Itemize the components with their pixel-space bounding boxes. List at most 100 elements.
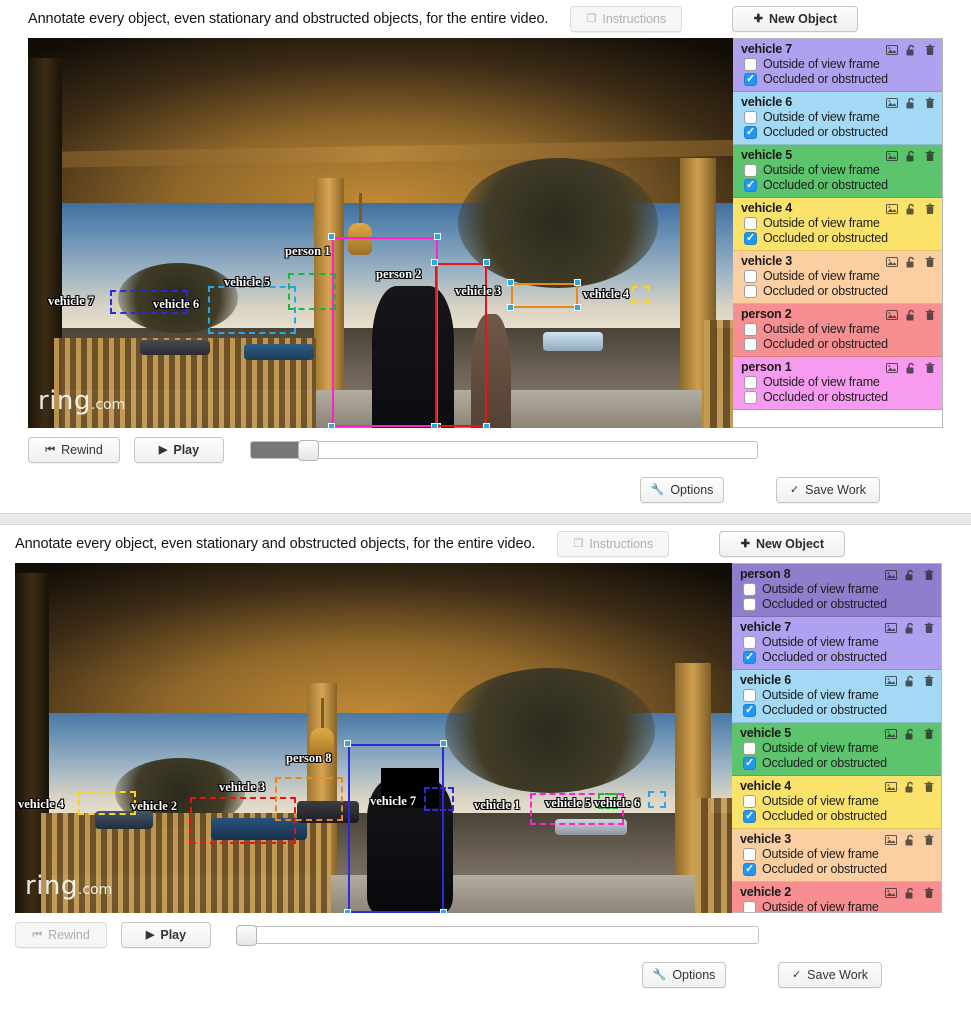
new-object-button[interactable]: ✚ New Object [732, 6, 859, 32]
video-scrubber[interactable] [236, 925, 759, 946]
object-row[interactable]: vehicle 3Outside of view frameOccluded o… [733, 251, 942, 304]
rewind-button[interactable]: ⏮ Rewind [28, 437, 120, 463]
image-icon[interactable] [885, 568, 897, 580]
image-icon[interactable] [886, 149, 898, 161]
outside-of-view-frame-checkbox[interactable] [743, 688, 756, 702]
image-icon[interactable] [886, 43, 898, 55]
play-button[interactable]: ▶ Play [134, 437, 224, 463]
image-icon[interactable] [886, 96, 898, 108]
unlock-icon[interactable] [904, 727, 916, 740]
bbox-resize-handle[interactable] [440, 909, 447, 913]
occluded-or-obstructed-checkbox[interactable] [743, 597, 756, 611]
object-row[interactable]: person 2 Outside of view frame Occluded or… [733, 304, 942, 357]
bounding-box[interactable] [648, 791, 666, 808]
outside-of-view-frame-checkbox[interactable] [743, 635, 756, 649]
bbox-resize-handle[interactable] [344, 740, 351, 747]
bbox-resize-handle[interactable] [431, 259, 438, 266]
image-icon[interactable] [886, 255, 898, 267]
video-canvas[interactable]: ring.com vehicle 7 vehicle 6 vehicle 5 pers… [28, 38, 733, 428]
bbox-resize-handle[interactable] [431, 423, 438, 428]
outside-of-view-frame-checkbox-row[interactable]: Outside of view frame [740, 741, 935, 755]
save-work-button[interactable]: ✓ Save Work [776, 477, 880, 503]
occluded-or-obstructed-checkbox[interactable] [744, 231, 757, 245]
instructions-button[interactable]: ❐ Instructions [557, 531, 670, 557]
occluded-or-obstructed-checkbox-row[interactable]: Occluded or obstructed [740, 862, 935, 876]
occluded-or-obstructed-checkbox[interactable] [744, 337, 757, 351]
occluded-or-obstructed-checkbox[interactable] [743, 862, 756, 876]
outside-of-view-frame-checkbox[interactable] [744, 163, 757, 177]
outside-of-view-frame-checkbox[interactable] [744, 57, 757, 71]
object-row[interactable]: vehicle 7Outside of view frameOccluded o… [732, 617, 941, 670]
trash-icon[interactable] [924, 43, 936, 55]
object-row[interactable]: vehicle 4Outside of view frameOccluded o… [732, 776, 941, 829]
new-object-button[interactable]: ✚ New Object [719, 531, 846, 557]
trash-icon[interactable] [923, 833, 935, 845]
outside-of-view-frame-checkbox-row[interactable]: Outside of view frame [741, 216, 936, 230]
occluded-or-obstructed-checkbox-row[interactable]: Occluded or obstructed [741, 231, 936, 245]
occluded-or-obstructed-checkbox[interactable] [744, 390, 757, 404]
unlock-icon[interactable] [905, 149, 917, 162]
outside-of-view-frame-checkbox-row[interactable]: Outside of view frame [741, 375, 936, 389]
bounding-box[interactable] [110, 290, 188, 314]
trash-icon[interactable] [923, 886, 935, 898]
outside-of-view-frame-checkbox-row[interactable]: Outside of view frame [741, 322, 936, 336]
bounding-box[interactable] [511, 283, 578, 308]
outside-of-view-frame-checkbox[interactable] [744, 269, 757, 283]
trash-icon[interactable] [924, 308, 936, 320]
object-row[interactable]: vehicle 4Outside of view frameOccluded o… [733, 198, 942, 251]
bounding-box[interactable] [424, 787, 454, 811]
bounding-box[interactable] [348, 744, 444, 913]
image-icon[interactable] [885, 886, 897, 898]
occluded-or-obstructed-checkbox[interactable] [743, 650, 756, 664]
occluded-or-obstructed-checkbox-row[interactable]: Occluded or obstructed [741, 125, 936, 139]
occluded-or-obstructed-checkbox-row[interactable]: Occluded or obstructed [740, 809, 935, 823]
unlock-icon[interactable] [905, 202, 917, 215]
outside-of-view-frame-checkbox[interactable] [743, 582, 756, 596]
rewind-button[interactable]: ⏮ Rewind [15, 922, 107, 948]
occluded-or-obstructed-checkbox[interactable] [744, 72, 757, 86]
trash-icon[interactable] [923, 621, 935, 633]
bounding-box[interactable] [78, 791, 136, 815]
bbox-resize-handle[interactable] [483, 259, 490, 266]
outside-of-view-frame-checkbox-row[interactable]: Outside of view frame [741, 163, 936, 177]
object-list-bottom[interactable]: person 8 Outside of view frame Occluded or… [732, 563, 942, 913]
object-list-top[interactable]: vehicle 7Outside of view frameOccluded o… [733, 38, 943, 428]
unlock-icon[interactable] [905, 255, 917, 268]
unlock-icon[interactable] [904, 621, 916, 634]
object-row[interactable]: vehicle 6Outside of view frameOccluded o… [733, 92, 942, 145]
scrubber-knob[interactable] [297, 440, 319, 461]
occluded-or-obstructed-checkbox[interactable] [743, 703, 756, 717]
options-button[interactable]: 🔧 Options [642, 962, 726, 988]
bbox-resize-handle[interactable] [507, 304, 514, 311]
bounding-box[interactable] [275, 777, 343, 821]
bounding-box[interactable] [208, 286, 296, 334]
trash-icon[interactable] [924, 255, 936, 267]
image-icon[interactable] [885, 727, 897, 739]
unlock-icon[interactable] [904, 833, 916, 846]
image-icon[interactable] [885, 833, 897, 845]
object-row[interactable]: person 8 Outside of view frame Occluded or… [732, 564, 941, 617]
occluded-or-obstructed-checkbox-row[interactable]: Occluded or obstructed [740, 703, 935, 717]
bounding-box[interactable] [435, 263, 487, 427]
outside-of-view-frame-checkbox-row[interactable]: Outside of view frame [740, 582, 935, 596]
options-button[interactable]: 🔧 Options [640, 477, 724, 503]
outside-of-view-frame-checkbox[interactable] [743, 900, 756, 912]
object-row[interactable]: vehicle 2Outside of view frameOccluded o… [732, 882, 941, 912]
image-icon[interactable] [885, 674, 897, 686]
occluded-or-obstructed-checkbox-row[interactable]: Occluded or obstructed [740, 650, 935, 664]
outside-of-view-frame-checkbox-row[interactable]: Outside of view frame [741, 57, 936, 71]
trash-icon[interactable] [923, 780, 935, 792]
occluded-or-obstructed-checkbox-row[interactable]: Occluded or obstructed [741, 390, 936, 404]
occluded-or-obstructed-checkbox[interactable] [744, 284, 757, 298]
object-row[interactable]: vehicle 3Outside of view frameOccluded o… [732, 829, 941, 882]
outside-of-view-frame-checkbox[interactable] [744, 375, 757, 389]
occluded-or-obstructed-checkbox[interactable] [743, 756, 756, 770]
occluded-or-obstructed-checkbox-row[interactable]: Occluded or obstructed [741, 337, 936, 351]
outside-of-view-frame-checkbox[interactable] [744, 216, 757, 230]
outside-of-view-frame-checkbox-row[interactable]: Outside of view frame [740, 635, 935, 649]
outside-of-view-frame-checkbox[interactable] [743, 794, 756, 808]
bounding-box[interactable] [632, 286, 650, 304]
trash-icon[interactable] [923, 727, 935, 739]
bounding-box[interactable] [332, 237, 438, 427]
occluded-or-obstructed-checkbox-row[interactable]: Occluded or obstructed [740, 597, 935, 611]
